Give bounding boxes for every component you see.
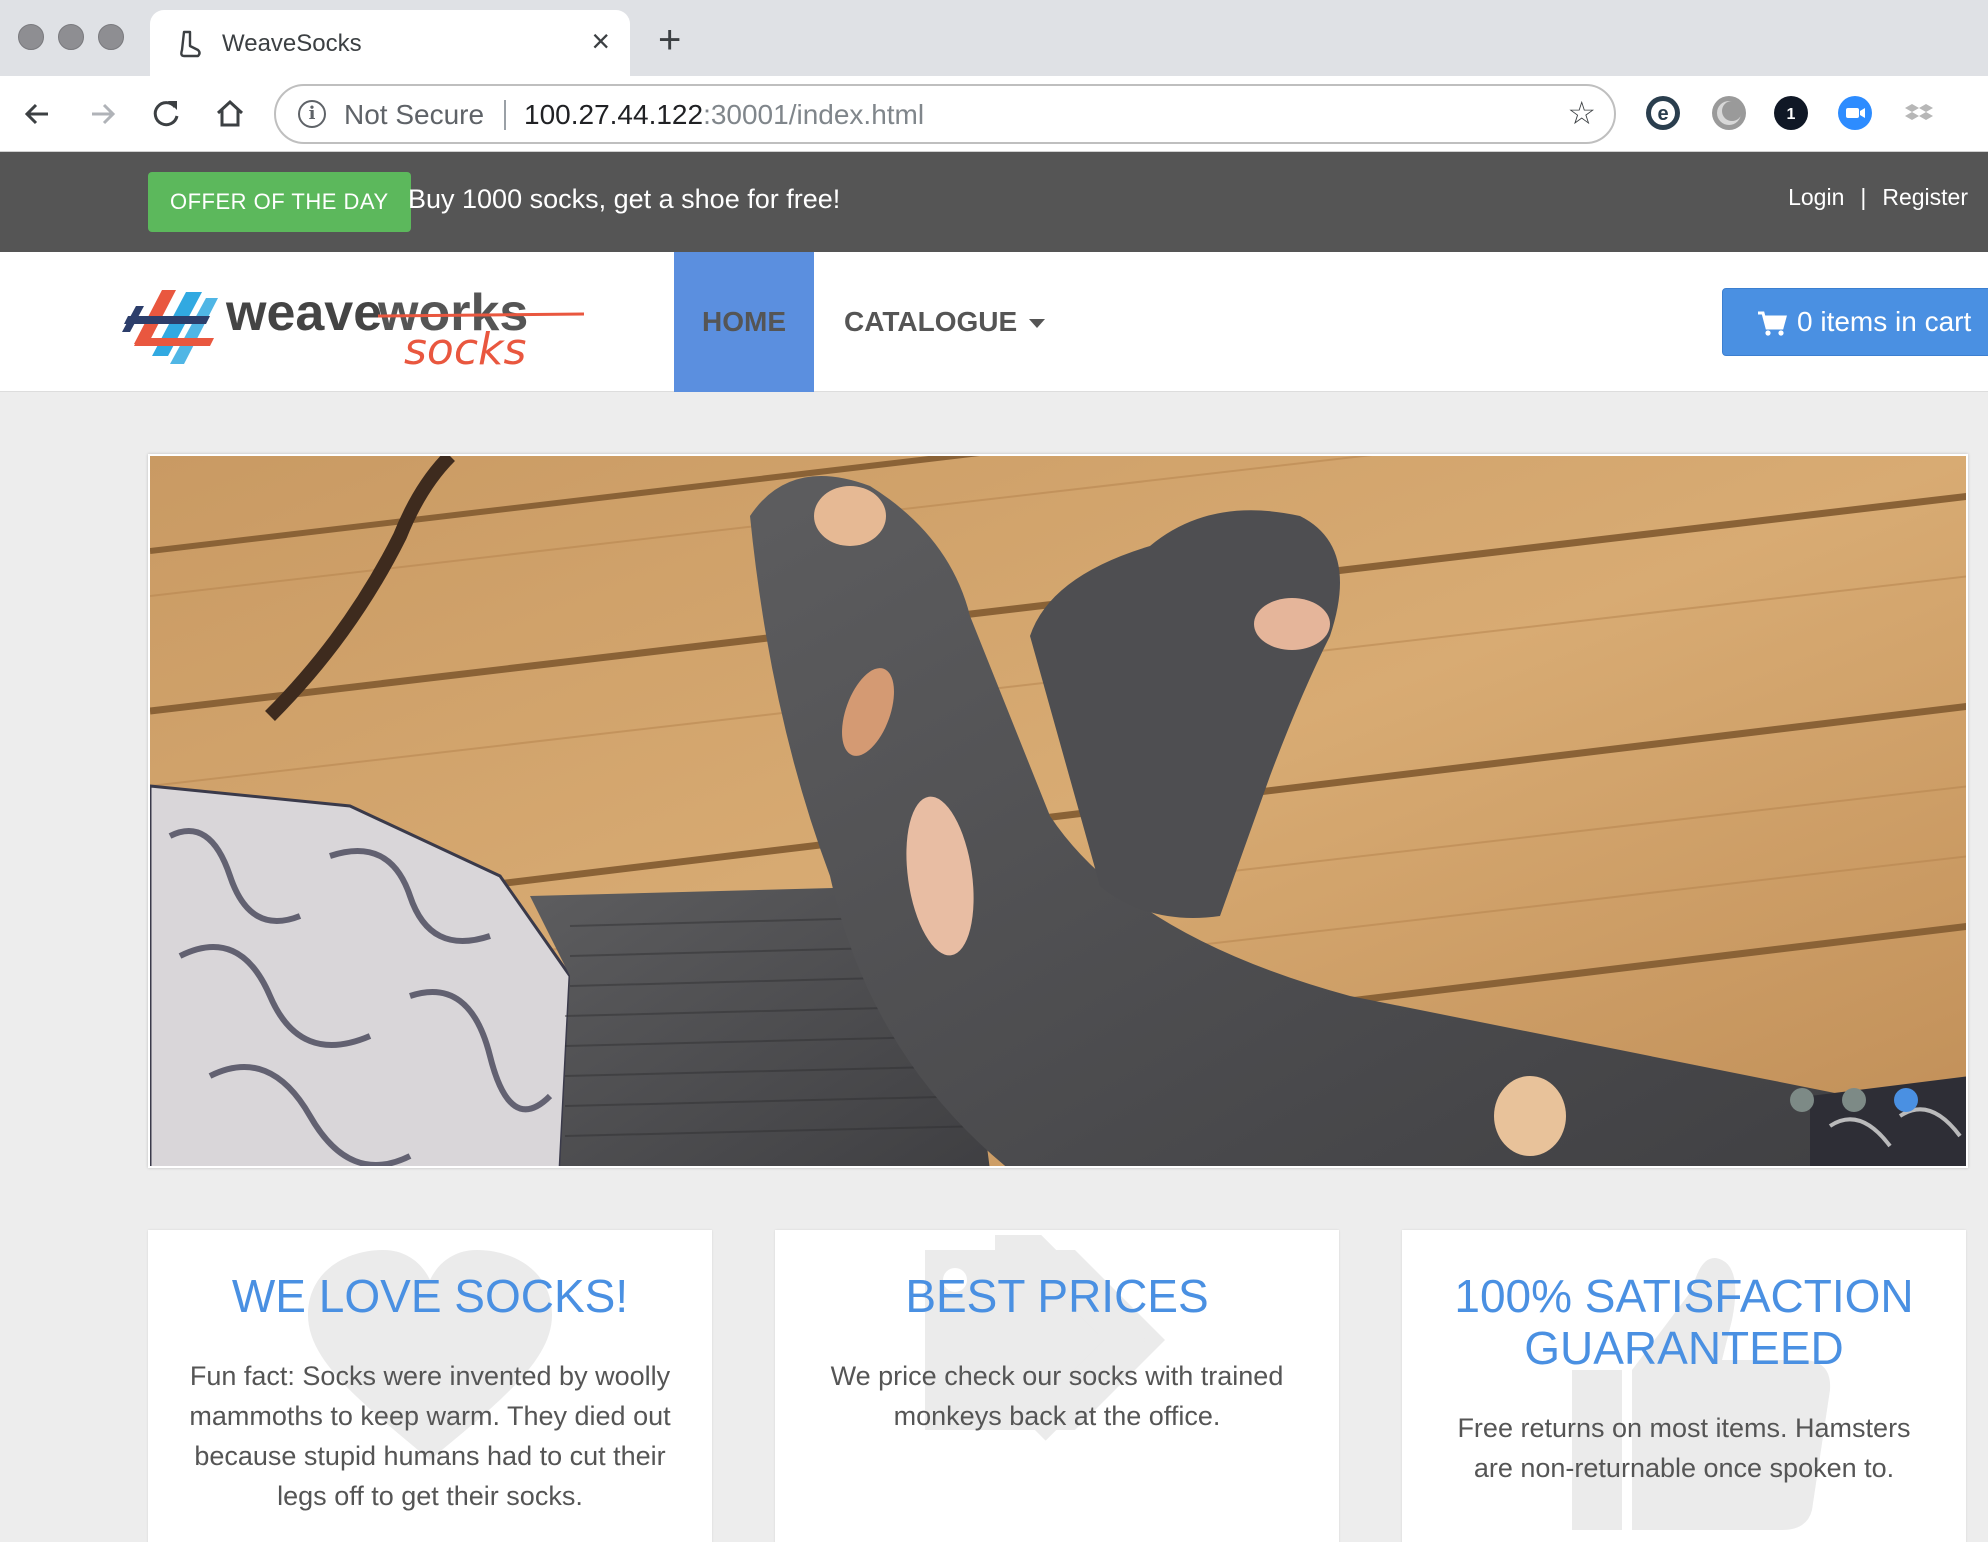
extension-1password-icon[interactable]: 1: [1774, 96, 1808, 130]
main-navbar: weave works socks HOME CATALOGUE 0 items…: [0, 252, 1988, 392]
offer-text: Buy 1000 socks, get a shoe for free!: [408, 184, 841, 214]
back-arrow-icon[interactable]: [16, 92, 60, 136]
feature-title: WE LOVE SOCKS!: [231, 1270, 629, 1322]
feature-text: We price check our socks with trained mo…: [830, 1361, 1284, 1431]
window-minimize-button[interactable]: [58, 24, 84, 50]
feature-text: Fun fact: Socks were invented by woolly …: [189, 1361, 671, 1511]
reload-icon[interactable]: [144, 92, 188, 136]
offer-bar: OFFER OF THE DAY Buy 1000 socks, get a s…: [0, 152, 1988, 252]
feature-box-satisfaction: 100% SATISFACTION GUARANTEED Free return…: [1402, 1230, 1966, 1542]
feature-title: BEST PRICES: [905, 1270, 1209, 1322]
feature-box-love-socks: WE LOVE SOCKS! Fun fact: Socks were inve…: [148, 1230, 712, 1542]
svg-text:socks: socks: [404, 324, 526, 372]
new-tab-button[interactable]: +: [658, 20, 681, 60]
extension-e-icon[interactable]: e: [1646, 96, 1680, 130]
weaveworks-socks-logo[interactable]: weave works socks: [114, 272, 594, 372]
home-icon[interactable]: [208, 92, 252, 136]
address-bar[interactable]: i Not Secure 100.27.44.122:30001/index.h…: [274, 84, 1616, 144]
browser-toolbar: i Not Secure 100.27.44.122:30001/index.h…: [0, 76, 1988, 152]
caret-down-icon: [1029, 319, 1046, 329]
feature-box-best-prices: BEST PRICES We price check our socks wit…: [775, 1230, 1339, 1542]
forward-arrow-icon[interactable]: [80, 92, 124, 136]
hero-carousel[interactable]: [148, 454, 1968, 1168]
extension-moon-icon[interactable]: [1712, 96, 1746, 130]
feature-text: Free returns on most items. Hamsters are…: [1457, 1413, 1911, 1483]
sock-favicon-icon: [180, 30, 201, 58]
socks-photo: [150, 456, 1966, 1166]
url-text[interactable]: 100.27.44.122:30001/index.html: [524, 99, 924, 131]
register-link[interactable]: Register: [1882, 184, 1968, 211]
cart-label: 0 items in cart: [1797, 306, 1972, 337]
nav-catalogue[interactable]: CATALOGUE: [844, 252, 1046, 392]
browser-tab-bar: WeaveSocks × +: [0, 0, 1988, 76]
info-icon[interactable]: i: [298, 100, 326, 128]
svg-text:weave: weave: [225, 284, 382, 342]
browser-tab[interactable]: WeaveSocks ×: [150, 10, 630, 76]
bookmark-star-icon[interactable]: ☆: [1567, 94, 1596, 132]
page-content: OFFER OF THE DAY Buy 1000 socks, get a s…: [0, 152, 1988, 1542]
offer-badge: OFFER OF THE DAY: [148, 172, 411, 232]
shopping-cart-icon: [1758, 311, 1787, 336]
security-label: Not Secure: [344, 99, 485, 130]
extension-zoom-icon[interactable]: [1838, 96, 1872, 130]
account-links: Login | Register: [1788, 184, 1968, 211]
cart-button[interactable]: 0 items in cart: [1722, 288, 1988, 356]
window-zoom-button[interactable]: [98, 24, 124, 50]
login-link[interactable]: Login: [1788, 184, 1844, 211]
link-separator: |: [1860, 184, 1867, 210]
svg-text:e: e: [1657, 103, 1668, 125]
window-close-button[interactable]: [18, 24, 44, 50]
tab-close-icon[interactable]: ×: [591, 24, 610, 58]
nav-catalogue-label: CATALOGUE: [844, 306, 1018, 337]
tab-title: WeaveSocks: [222, 30, 362, 57]
url-path: :30001/index.html: [703, 99, 925, 130]
carousel-dot-2[interactable]: [1842, 1088, 1866, 1112]
carousel-dot-1[interactable]: [1790, 1088, 1814, 1112]
address-separator: [504, 100, 506, 130]
svg-text:1: 1: [1787, 106, 1796, 123]
extension-dropbox-icon[interactable]: [1902, 96, 1936, 130]
feature-title: 100% SATISFACTION GUARANTEED: [1454, 1270, 1914, 1374]
url-host: 100.27.44.122: [524, 99, 704, 130]
nav-home[interactable]: HOME: [674, 252, 814, 392]
carousel-dot-3[interactable]: [1894, 1088, 1918, 1112]
